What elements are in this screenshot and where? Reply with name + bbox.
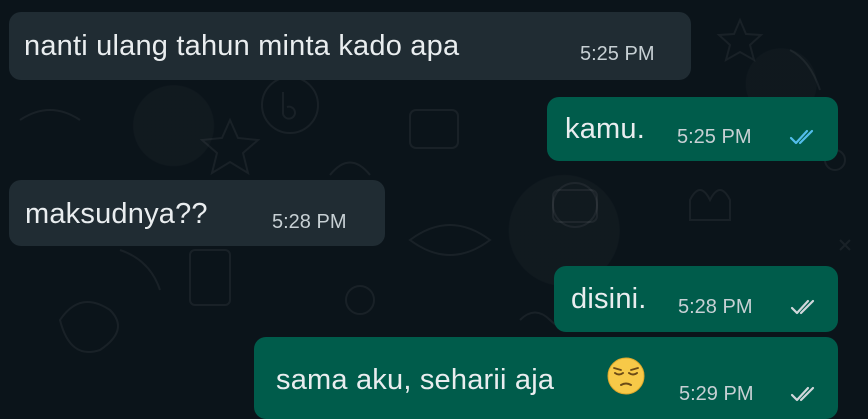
message-bubble-incoming[interactable]: nanti ulang tahun minta kado apa 5:25 PM: [9, 12, 691, 80]
message-text: kamu.: [565, 113, 645, 145]
message-bubble-outgoing[interactable]: kamu. 5:25 PM: [547, 97, 838, 161]
message-timestamp: 5:29 PM: [679, 383, 754, 405]
message-timestamp: 5:25 PM: [580, 43, 655, 65]
pensive-face-icon: [607, 357, 645, 395]
message-timestamp: 5:28 PM: [678, 296, 753, 318]
double-check-icon: [790, 386, 815, 402]
chat-window: nanti ulang tahun minta kado apa 5:25 PM…: [0, 0, 868, 419]
double-check-icon: [789, 129, 814, 145]
message-bubble-incoming[interactable]: maksudnya?? 5:28 PM: [9, 180, 385, 246]
message-text: maksudnya??: [25, 198, 208, 230]
message-timestamp: 5:25 PM: [677, 126, 752, 148]
message-bubble-outgoing[interactable]: disini. 5:28 PM: [554, 266, 838, 332]
message-timestamp: 5:28 PM: [272, 211, 347, 233]
message-text: nanti ulang tahun minta kado apa: [24, 30, 460, 62]
message-bubble-outgoing[interactable]: sama aku, seharii aja 5:29 PM: [254, 337, 838, 419]
message-text: disini.: [571, 283, 647, 315]
double-check-icon: [790, 299, 815, 315]
message-text: sama aku, seharii aja: [276, 364, 555, 396]
